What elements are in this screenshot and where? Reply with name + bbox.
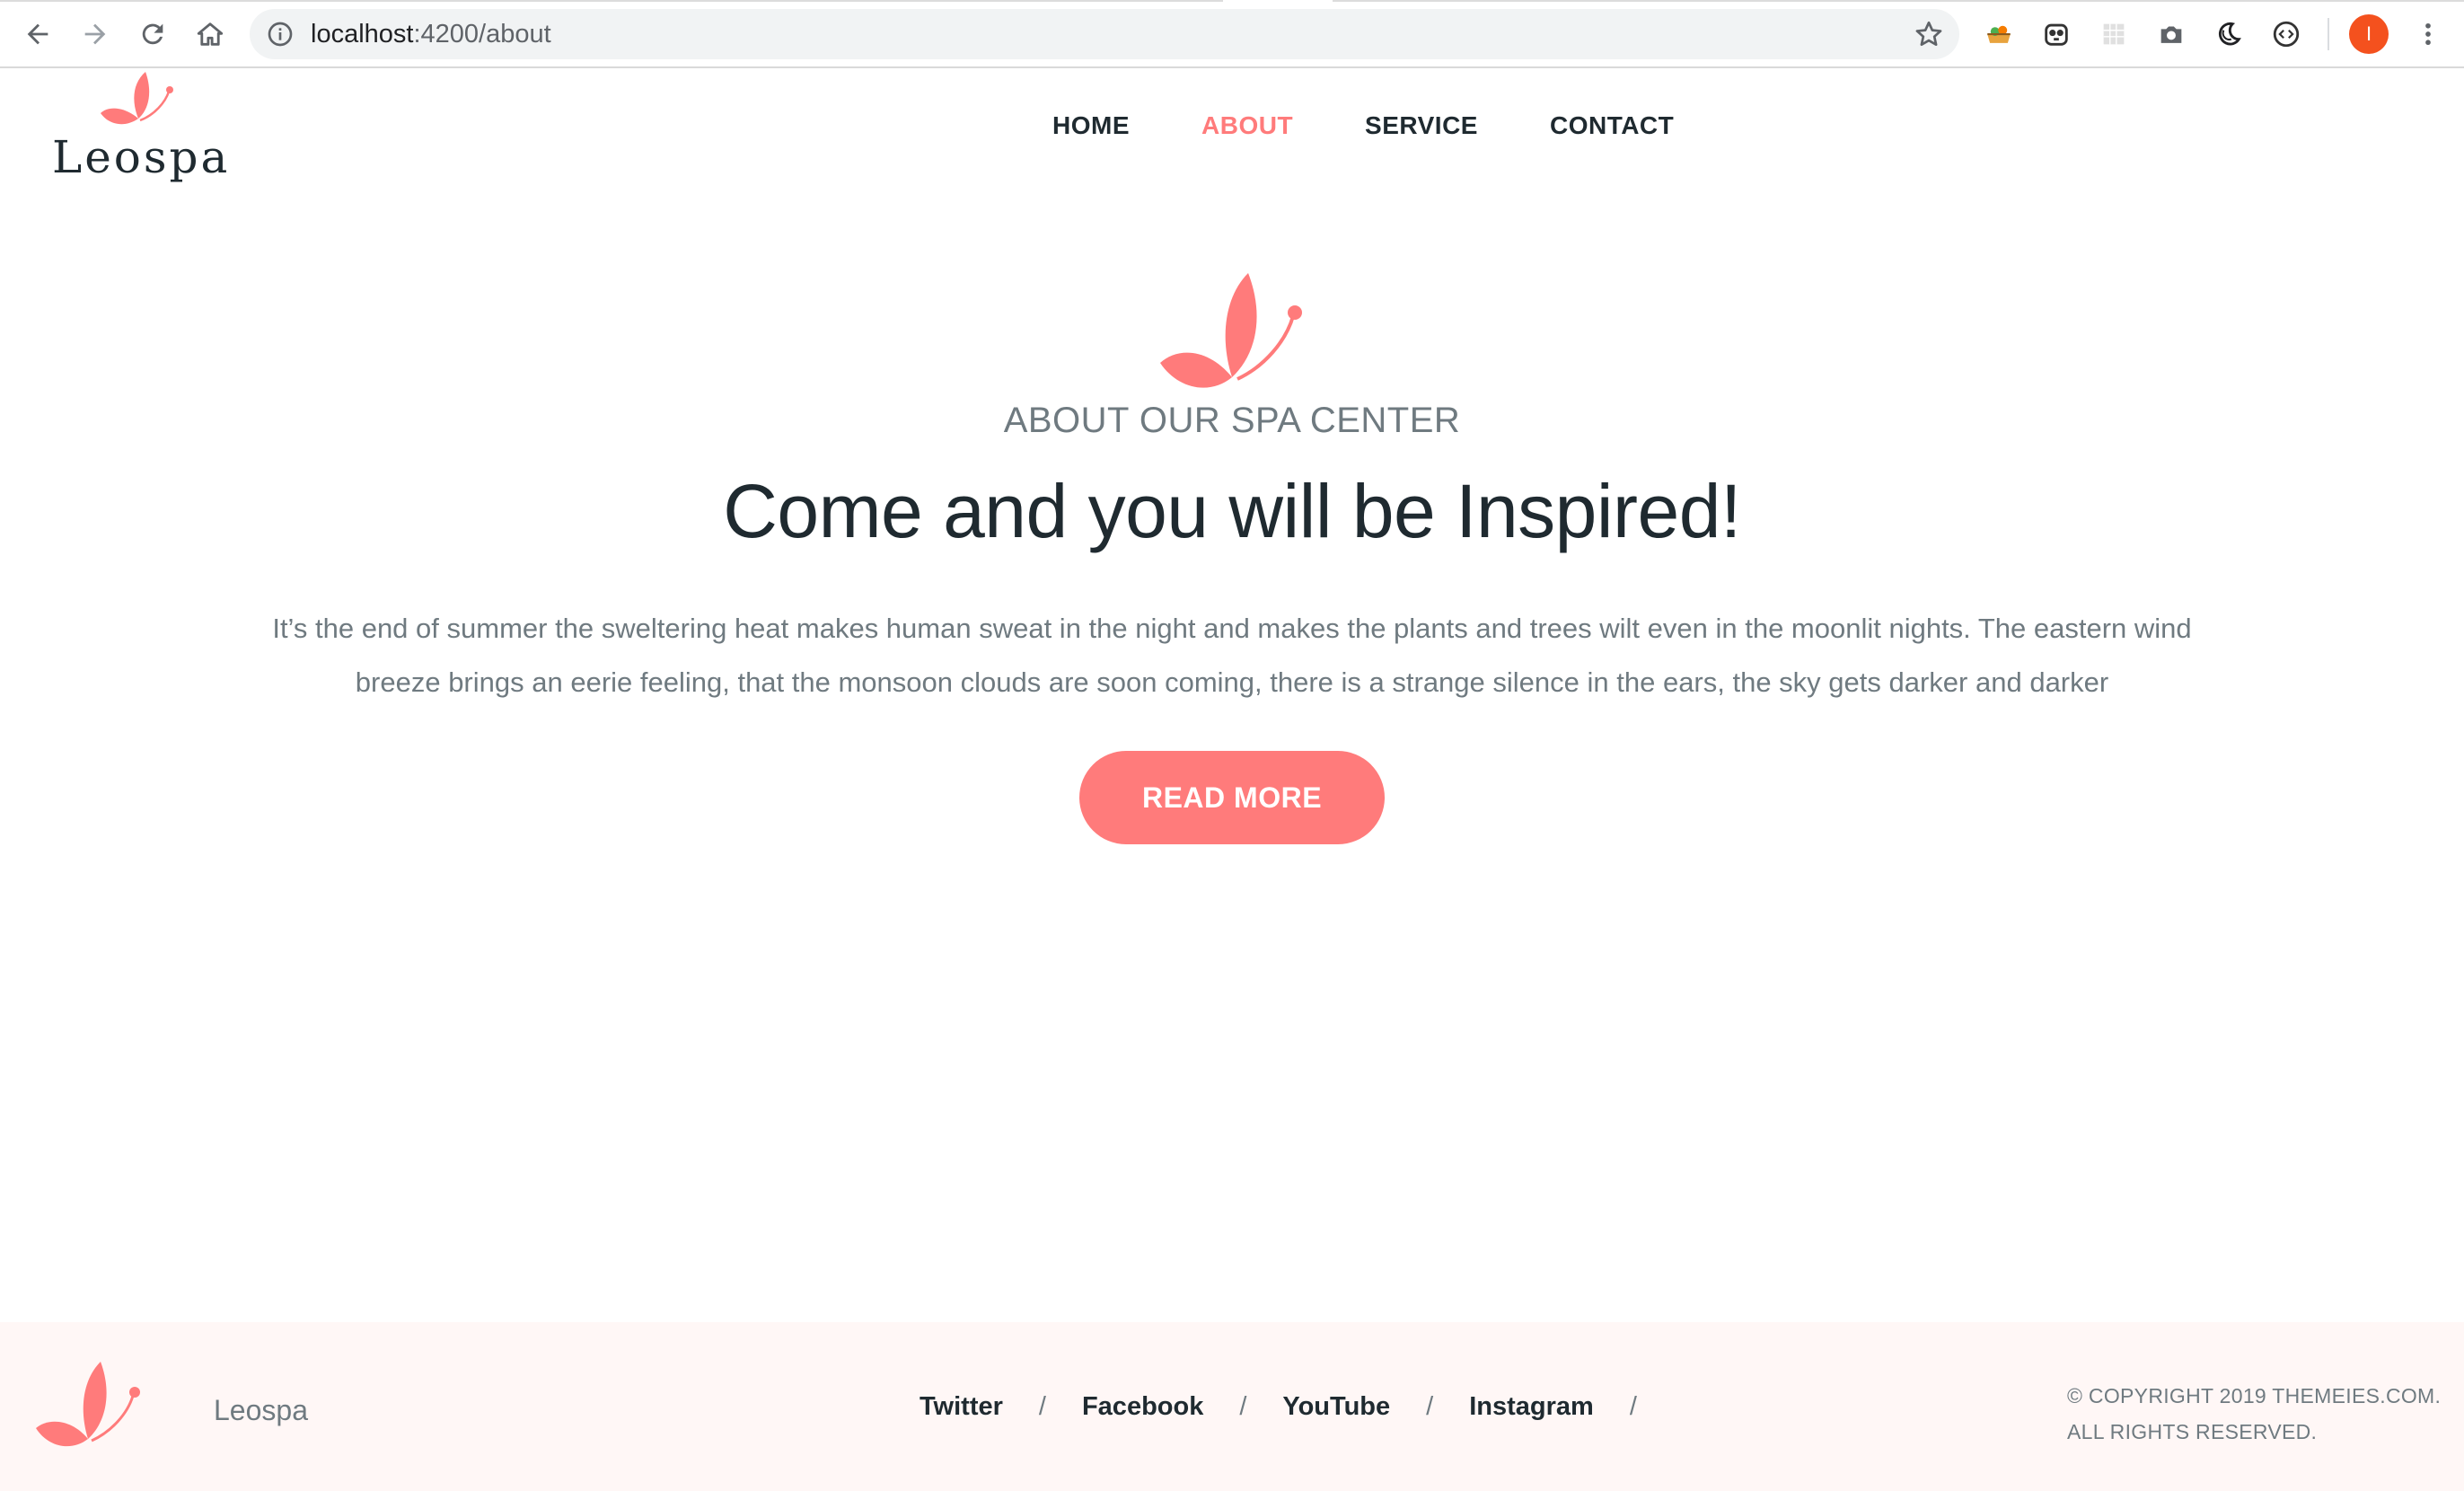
- home-button[interactable]: [192, 16, 228, 52]
- forward-button[interactable]: [77, 16, 113, 52]
- twitter-link[interactable]: Twitter: [920, 1392, 1003, 1422]
- reload-button[interactable]: [135, 16, 171, 52]
- footer-butterfly-icon: [36, 1362, 140, 1447]
- butterfly-logo-icon: [101, 72, 173, 125]
- nav-contact[interactable]: CONTACT: [1550, 111, 1674, 140]
- extension-button[interactable]: [2098, 18, 2130, 50]
- link-separator: /: [1239, 1392, 1247, 1421]
- link-separator: /: [1038, 1392, 1046, 1421]
- butterfly-icon: [1160, 273, 1302, 388]
- back-arrow-icon: [27, 23, 48, 45]
- logo-wordmark: Leospa: [52, 131, 231, 183]
- back-button[interactable]: [20, 16, 56, 52]
- address-bar[interactable]: localhost:4200/about: [250, 9, 1959, 59]
- url-path: :4200/about: [413, 20, 551, 49]
- reload-icon: [142, 23, 163, 45]
- tab-strip-edge: [0, 0, 1223, 2]
- site-header: Leospa HOME ABOUT SERVICE CONTACT: [0, 70, 2464, 205]
- facebook-link[interactable]: Facebook: [1082, 1392, 1203, 1422]
- section-body-text: It’s the end of summer the sweltering he…: [272, 613, 2192, 698]
- extension-button[interactable]: [2213, 18, 2245, 50]
- youtube-link[interactable]: YouTube: [1282, 1392, 1390, 1422]
- menu-kebab-icon: [2425, 22, 2431, 46]
- about-section: ABOUT OUR SPA CENTER Come and you will b…: [0, 260, 2464, 844]
- fruit-extension-icon: [1987, 25, 2011, 43]
- site-footer: Leospa Twitter / Facebook / YouTube / In…: [0, 1322, 2464, 1491]
- section-headline: Come and you will be Inspired!: [723, 469, 1741, 553]
- grid-extension-icon: [2103, 23, 2125, 45]
- home-icon: [197, 22, 224, 46]
- extension-button[interactable]: [1983, 18, 2015, 50]
- url-host: localhost: [311, 20, 414, 49]
- tab-strip-edge: [1333, 0, 2464, 2]
- browser-menu-button[interactable]: [2410, 16, 2446, 52]
- instagram-link[interactable]: Instagram: [1469, 1392, 1594, 1422]
- copyright-line-2: ALL RIGHTS RESERVED.: [2067, 1420, 2318, 1443]
- nav-service[interactable]: SERVICE: [1365, 111, 1478, 140]
- forward-arrow-icon: [84, 23, 106, 45]
- link-separator: /: [1629, 1392, 1637, 1421]
- section-eyebrow: ABOUT OUR SPA CENTER: [1003, 401, 1461, 440]
- star-icon[interactable]: [1913, 18, 1945, 50]
- extension-button[interactable]: [2155, 18, 2187, 50]
- copyright-line-1: © COPYRIGHT 2019 THEMEIES.COM.: [2067, 1384, 2442, 1407]
- nav-home[interactable]: HOME: [1052, 111, 1130, 140]
- info-icon[interactable]: [266, 20, 295, 49]
- profile-avatar[interactable]: I: [2349, 14, 2389, 54]
- url-text[interactable]: localhost:4200/about: [311, 9, 551, 59]
- toolbar-separator: [2328, 18, 2329, 50]
- moon-extension-icon: [2218, 22, 2241, 46]
- link-separator: /: [1426, 1392, 1434, 1421]
- extension-button[interactable]: [2270, 18, 2302, 50]
- owl-extension-icon: [2045, 23, 2068, 46]
- camera-icon: [2160, 26, 2182, 43]
- copyright-notice: © COPYRIGHT 2019 THEMEIES.COM. ALL RIGHT…: [2067, 1378, 2441, 1450]
- site-logo[interactable]: Leospa: [52, 70, 232, 196]
- footer-brand: Leospa: [214, 1394, 308, 1426]
- main-nav: HOME ABOUT SERVICE CONTACT: [1052, 111, 1674, 140]
- code-extension-icon: [2273, 21, 2300, 48]
- nav-about[interactable]: ABOUT: [1201, 111, 1293, 140]
- social-links: Twitter / Facebook / YouTube / Instagram…: [920, 1392, 1673, 1422]
- extension-button[interactable]: [2040, 18, 2072, 50]
- read-more-button[interactable]: READ MORE: [1079, 751, 1385, 844]
- browser-toolbar: localhost:4200/about I: [0, 0, 2464, 68]
